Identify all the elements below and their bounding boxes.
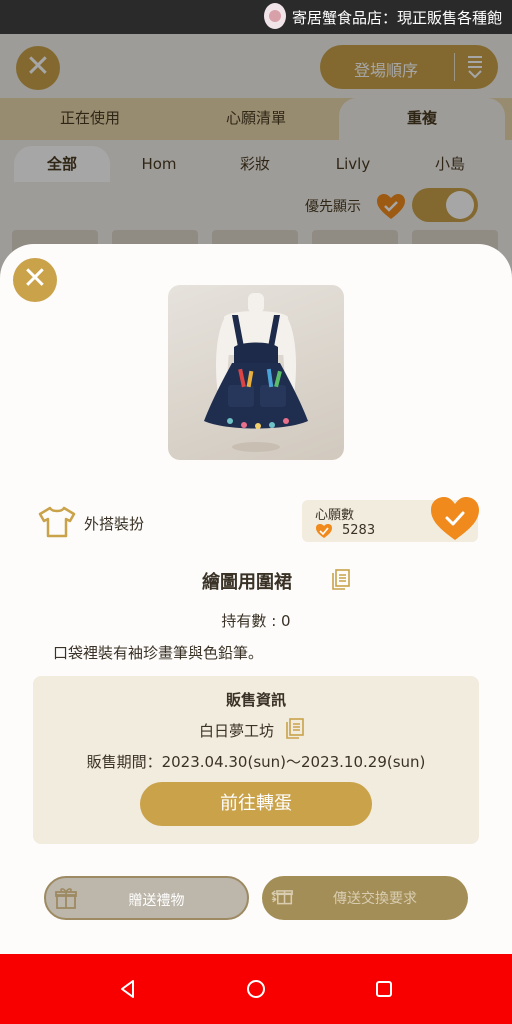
heart-check-icon <box>316 524 332 538</box>
item-name-row: 繪圖用圍裙 <box>0 566 512 594</box>
shop-mascot-icon <box>264 3 286 29</box>
news-ticker: 寄居蟹食品店：現正販售各種飽 <box>292 9 503 27</box>
home-icon[interactable] <box>244 977 268 1001</box>
wishlist-panel: 心願數 5283 <box>302 497 479 542</box>
status-bar: 寄居蟹食品店：現正販售各種飽 <box>0 0 512 34</box>
item-name: 繪圖用圍裙 <box>202 572 292 593</box>
item-image <box>168 285 344 460</box>
apron-illustration <box>204 293 308 452</box>
item-detail-modal: ✕ 外搭裝扮 心願數 5283 繪圖用圍裙 持有數: 0 口袋裡裝有袖珍畫筆與… <box>0 244 512 954</box>
sales-title: 販售資訊 <box>225 691 286 709</box>
trade-request-button[interactable]: 傳送交換要求 <box>262 876 468 920</box>
wishlist-title: 心願數 <box>315 508 355 523</box>
item-description: 口袋裡裝有袖珍畫筆與色鉛筆。 <box>53 644 264 662</box>
document-icon[interactable] <box>332 569 350 590</box>
shirt-icon <box>38 506 76 538</box>
system-nav-bar <box>0 954 512 1024</box>
wishlist-count: 5283 <box>342 523 376 538</box>
category-label: 外搭裝扮 <box>84 515 145 533</box>
sales-period: 販售期間：2023.04.30(sun)～2023.10.29(sun) <box>86 753 426 771</box>
send-gift-button[interactable]: 贈送禮物 <box>44 876 249 920</box>
trade-request-label: 傳送交換要求 <box>333 891 417 907</box>
sales-shop: 白日夢工坊 <box>199 722 275 740</box>
back-icon[interactable] <box>116 977 140 1001</box>
send-gift-label: 贈送禮物 <box>128 893 185 909</box>
owned-count: 持有數 : 0 <box>221 612 291 630</box>
document-icon[interactable] <box>286 718 304 739</box>
close-icon[interactable]: ✕ <box>13 258 57 302</box>
recents-icon[interactable] <box>372 977 396 1001</box>
go-to-gacha-button[interactable]: 前往轉蛋 <box>140 782 372 826</box>
wishlist-heart-button[interactable] <box>430 496 480 542</box>
sales-info-panel: 販售資訊 白日夢工坊 販售期間：2023.04.30(sun)～2023.10.… <box>33 676 479 844</box>
